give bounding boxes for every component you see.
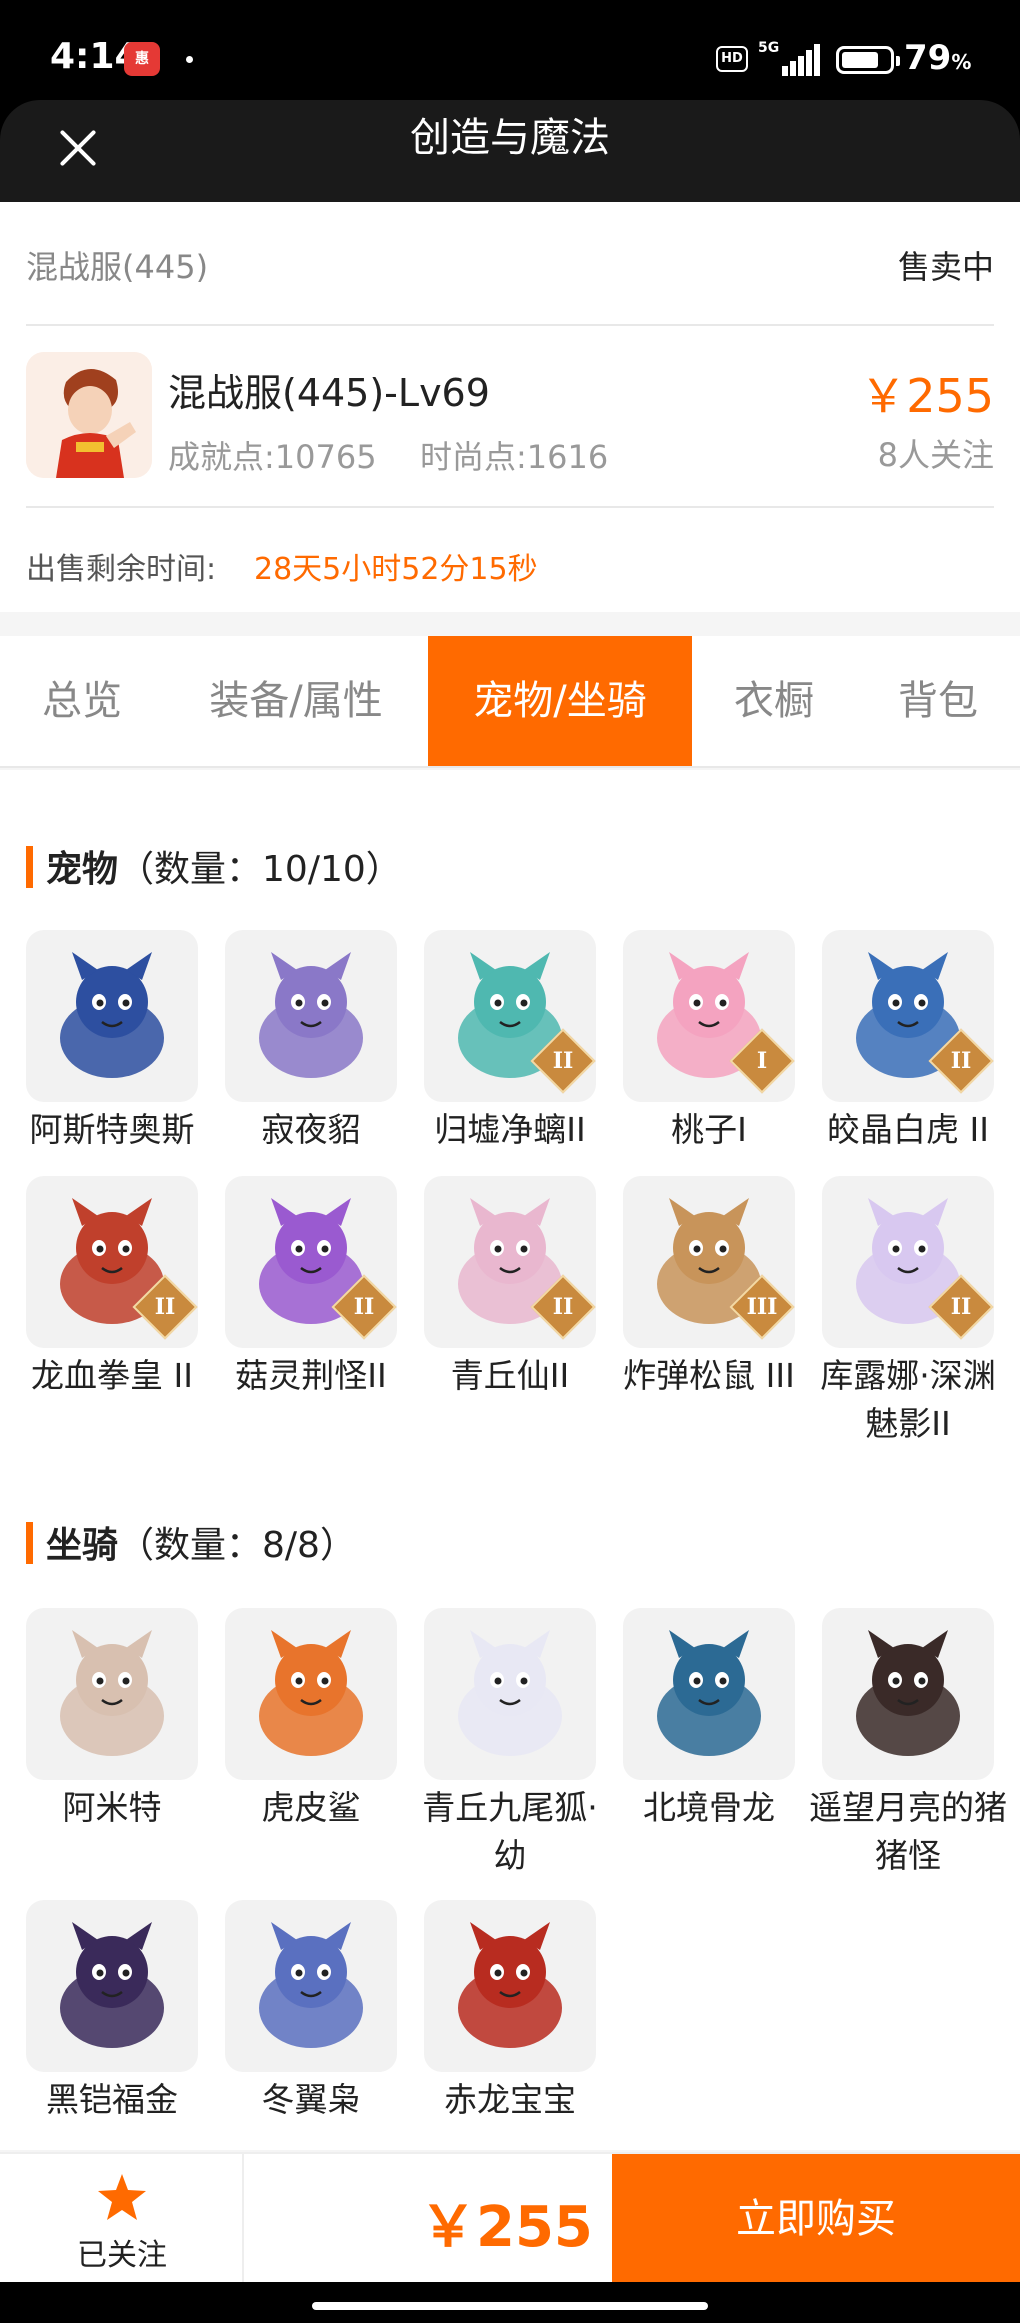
pet-name: 菇灵荆怪II xyxy=(235,1356,387,1395)
mount-name: 黑铠福金 xyxy=(46,2080,178,2119)
pet-name: 库露娜·深渊魅影II xyxy=(820,1356,996,1443)
hd-indicator: HD xyxy=(716,46,748,72)
remaining-time-value: 28天5小时52分15秒 xyxy=(254,552,538,587)
pets-title: 宠物 xyxy=(46,849,119,890)
pet-image xyxy=(225,930,397,1102)
tab-bar: 总览 装备/属性 宠物/坐骑 衣橱 背包 xyxy=(0,636,1020,768)
pet-name: 归墟净螭II xyxy=(434,1110,586,1149)
pet-image: II xyxy=(225,1176,397,1348)
buy-now-button[interactable]: 立即购买 xyxy=(612,2154,1020,2284)
pet-image: II xyxy=(424,930,596,1102)
pet-image: I xyxy=(623,930,795,1102)
mount-name: 赤龙宝宝 xyxy=(444,2080,576,2119)
mount-image xyxy=(424,1900,596,2072)
achievement-points: 成就点:10765 xyxy=(168,438,377,476)
tab-pets-mounts[interactable]: 宠物/坐骑 xyxy=(428,636,692,766)
mount-image xyxy=(26,1608,198,1780)
tab-wardrobe[interactable]: 衣橱 xyxy=(692,636,856,766)
divider xyxy=(26,506,994,508)
app-notification-icon: 惠 xyxy=(124,42,160,76)
character-avatar xyxy=(26,352,152,478)
pet-name: 阿斯特奥斯 xyxy=(29,1110,195,1149)
pet-image: II xyxy=(822,1176,994,1348)
favorite-button[interactable]: 已关注 xyxy=(0,2154,244,2284)
bottom-action-bar: 已关注 ￥255 立即购买 xyxy=(0,2152,1020,2284)
mount-name: 冬翼枭 xyxy=(261,2080,361,2119)
mount-image xyxy=(822,1608,994,1780)
pets-mounts-panel: 宠物（数量：10/10） 阿斯特奥斯 寂夜貂 II 归墟净螭II I 桃子I I… xyxy=(0,770,1020,2150)
tab-backpack[interactable]: 背包 xyxy=(856,636,1020,766)
header-bar: 创造与魔法 xyxy=(0,100,1020,202)
mounts-title: 坐骑 xyxy=(46,1525,119,1566)
star-icon xyxy=(98,2174,146,2220)
mount-image xyxy=(424,1608,596,1780)
pet-image xyxy=(26,930,198,1102)
server-name: 混战服(445) xyxy=(26,248,209,286)
remaining-time-label: 出售剩余时间: xyxy=(26,552,217,587)
pet-name: 青丘仙II xyxy=(450,1356,570,1395)
network-type: 5G xyxy=(758,40,780,56)
favorite-label: 已关注 xyxy=(77,2238,167,2273)
mount-image xyxy=(623,1608,795,1780)
pet-name: 炸弹松鼠 III xyxy=(623,1356,795,1395)
pet-name: 皎晶白虎 II xyxy=(827,1110,989,1149)
character-name: 混战服(445)-Lv69 xyxy=(168,371,490,415)
page-title: 创造与魔法 xyxy=(410,115,610,161)
mount-name: 虎皮鲨 xyxy=(261,1788,361,1827)
pet-image: II xyxy=(424,1176,596,1348)
price: ￥255 xyxy=(860,369,994,423)
divider xyxy=(26,324,994,326)
mount-image xyxy=(26,1900,198,2072)
pet-name: 桃子I xyxy=(671,1110,747,1149)
mount-name: 阿米特 xyxy=(62,1788,162,1827)
pets-count: （数量：10/10） xyxy=(118,849,402,890)
system-nav-bar xyxy=(0,2282,1020,2323)
header: 创造与魔法 xyxy=(0,100,1020,202)
notification-dot-icon xyxy=(186,56,193,63)
pet-image: II xyxy=(822,930,994,1102)
tab-equipment[interactable]: 装备/属性 xyxy=(164,636,428,766)
pet-name: 寂夜貂 xyxy=(261,1110,361,1149)
mount-name: 遥望月亮的猪猪怪 xyxy=(809,1788,1007,1875)
pet-image: III xyxy=(623,1176,795,1348)
pet-name: 龙血拳皇 II xyxy=(31,1356,193,1395)
account-summary: 混战服(445) 售卖中 混战服(445)-Lv69 成就点:10765 时尚点… xyxy=(0,202,1020,612)
mount-name: 北境骨龙 xyxy=(643,1788,775,1827)
fashion-points: 时尚点:1616 xyxy=(420,438,609,476)
battery-icon xyxy=(836,46,900,74)
tab-overview[interactable]: 总览 xyxy=(0,636,164,766)
mounts-count: （数量：8/8） xyxy=(118,1525,356,1566)
signal-icon: 5G xyxy=(758,40,822,76)
status-bar: 4:14 惠 HD 5G 79% xyxy=(0,0,1020,100)
mount-image xyxy=(225,1608,397,1780)
follower-count: 8人关注 xyxy=(877,436,994,474)
home-indicator[interactable] xyxy=(312,2302,708,2310)
mount-name: 青丘九尾狐·幼 xyxy=(422,1788,598,1875)
pet-image: II xyxy=(26,1176,198,1348)
bottom-price: ￥255 xyxy=(420,2195,593,2260)
sale-status: 售卖中 xyxy=(897,248,994,286)
page: 4:14 惠 HD 5G 79% 创造与魔法 混战服(445) 售卖中 混战服(… xyxy=(0,0,1020,2323)
battery-percent: 79% xyxy=(904,38,972,78)
mount-image xyxy=(225,1900,397,2072)
